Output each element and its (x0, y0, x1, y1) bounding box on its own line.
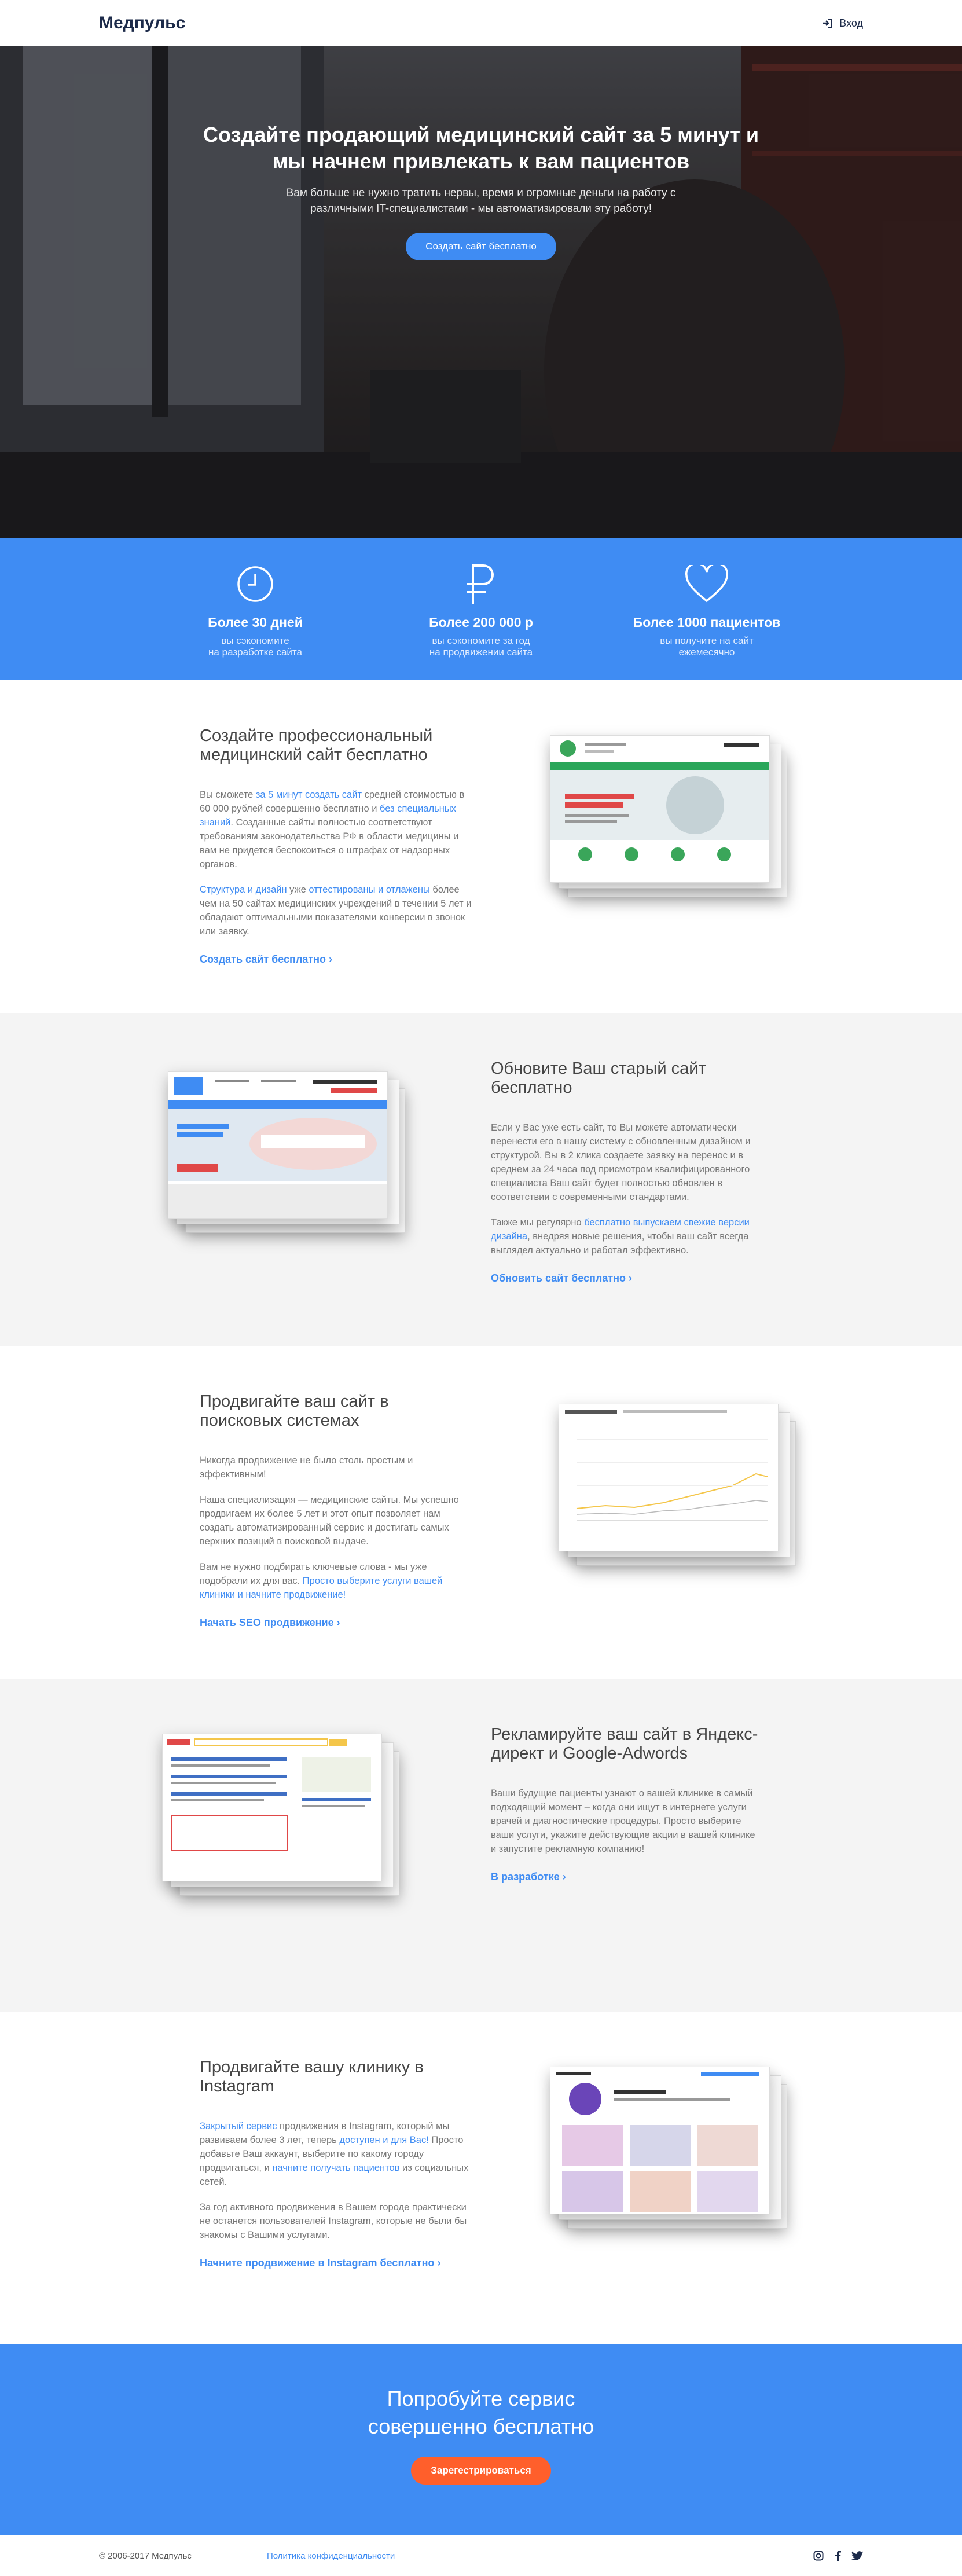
inline-link[interactable]: оттестированы и отлажены (309, 885, 429, 895)
social-links (813, 2551, 863, 2561)
inline-link[interactable]: начните получать пациентов (272, 2163, 399, 2173)
logo[interactable]: Медпульс (99, 13, 185, 33)
inline-link[interactable]: Структура и дизайн (200, 885, 287, 895)
section-seo: Продвигайте ваш сайт в поисковых система… (0, 1346, 962, 1679)
medical-site-screenshot (550, 735, 787, 897)
section-paragraph: Вы сможете за 5 минут создать сайт средн… (200, 790, 465, 869)
ruble-icon (467, 564, 494, 604)
section-title: Создайте профессиональный медицинский са… (200, 726, 433, 764)
stat-money: Более 200 000 р вы сэкономите за год на … (406, 562, 556, 658)
login-link[interactable]: Вход (822, 17, 863, 30)
login-label: Вход (839, 17, 863, 29)
stat-title: Более 200 000 р (429, 615, 533, 630)
section-paragraph: Структура и дизайн уже оттестированы и о… (200, 885, 472, 937)
stat-desc-line1: вы сэкономите за год (432, 635, 530, 646)
hero-subtitle: Вам больше не нужно тратить нервы, время… (286, 187, 676, 215)
twitter-icon[interactable] (851, 2551, 863, 2560)
stat-patients: Более 1000 пациентов вы получите на сайт… (631, 562, 782, 658)
stat-desc-line1: вы сэкономите (221, 635, 289, 646)
chevron-right-icon: › (336, 1617, 340, 1628)
stat-desc-line1: вы получите на сайт (660, 635, 754, 646)
stat-desc-line2: на продвижении сайта (429, 647, 533, 658)
site-footer: © 2006-2017 Медпульс Политика конфиденци… (0, 2535, 962, 2576)
chevron-right-icon: › (329, 953, 333, 965)
inline-link[interactable]: Закрытый сервис (200, 2121, 277, 2131)
section-title: Рекламируйте ваш сайт в Яндекс-директ и … (491, 1725, 758, 1763)
section-paragraph: Никогда продвижение не было столь просты… (200, 1455, 413, 1480)
stats-bar: Более 30 дней вы сэкономите на разработк… (0, 538, 962, 680)
section-update-site: Обновите Ваш старый сайт бесплатно Если … (0, 1013, 962, 1346)
ads-in-development-link[interactable]: В разработке › (491, 1871, 566, 1883)
section-paragraph: Закрытый сервис продвижения в Instagram,… (200, 2121, 469, 2187)
instagram-link[interactable]: Начните продвижение в Instagram бесплатн… (200, 2257, 440, 2269)
section-title: Обновите Ваш старый сайт бесплатно (491, 1059, 706, 1097)
create-site-button[interactable]: Создать сайт бесплатно (406, 233, 556, 260)
section-ads: Рекламируйте ваш сайт в Яндекс-директ и … (0, 1679, 962, 2012)
seo-chart-screenshot (559, 1404, 796, 1566)
stat-days: Более 30 дней вы сэкономите на разработк… (180, 562, 331, 658)
banner-title: Попробуйте сервис совершенно бесплатно (368, 2387, 594, 2438)
update-site-link[interactable]: Обновить сайт бесплатно › (491, 1272, 632, 1285)
section-paragraph: За год активного продвижения в Вашем гор… (200, 2202, 467, 2240)
register-button[interactable]: Зарегестрироваться (411, 2457, 551, 2485)
section-paragraph: Наша специализация — медицинские сайты. … (200, 1495, 459, 1547)
privacy-policy-link[interactable]: Политика конфиденциальности (267, 2551, 395, 2561)
dental-site-screenshot (168, 1071, 405, 1233)
hero: Создайте продающий медицинский сайт за 5… (0, 46, 962, 538)
clock-icon (237, 566, 273, 602)
instagram-icon[interactable] (813, 2551, 824, 2561)
section-title: Продвигайте ваш сайт в поисковых система… (200, 1392, 389, 1430)
section-title: Продвигайте вашу клинику в Instagram (200, 2058, 424, 2096)
inline-link[interactable]: доступен и для Вас! (339, 2135, 428, 2145)
seo-link[interactable]: Начать SEO продвижение › (200, 1617, 340, 1629)
section-instagram: Продвигайте вашу клинику в Instagram Зак… (0, 2012, 962, 2344)
stat-desc-line2: ежемесячно (678, 647, 735, 658)
hero-title: Создайте продающий медицинский сайт за 5… (203, 123, 759, 173)
instagram-profile-screenshot (550, 2067, 787, 2229)
stat-title: Более 1000 пациентов (633, 615, 781, 630)
yandex-results-screenshot (162, 1734, 399, 1896)
sign-in-icon (823, 19, 832, 28)
heart-icon (685, 565, 728, 603)
create-site-link[interactable]: Создать сайт бесплатно › (200, 953, 332, 966)
facebook-icon[interactable] (834, 2551, 841, 2561)
section-paragraph: Вам не нужно подбирать ключевые слова - … (200, 1562, 443, 1600)
chevron-right-icon: › (562, 1871, 566, 1883)
chevron-right-icon: › (629, 1272, 633, 1284)
section-paragraph: Если у Вас уже есть сайт, то Вы можете а… (491, 1122, 751, 1202)
chevron-right-icon: › (437, 2257, 441, 2269)
copyright: © 2006-2017 Медпульс (99, 2551, 192, 2561)
section-create-site: Создайте профессиональный медицинский са… (0, 680, 962, 1013)
site-header: Медпульс Вход (0, 0, 962, 46)
inline-link[interactable]: за 5 минут создать сайт (256, 790, 362, 800)
stat-desc-line2: на разработке сайта (208, 647, 302, 658)
section-paragraph: Ваши будущие пациенты узнают о вашей кли… (491, 1788, 755, 1854)
stat-title: Более 30 дней (208, 615, 303, 630)
section-paragraph: Также мы регулярно бесплатно выпускаем с… (491, 1217, 750, 1256)
cta-banner: Попробуйте сервис совершенно бесплатно За… (0, 2344, 962, 2535)
